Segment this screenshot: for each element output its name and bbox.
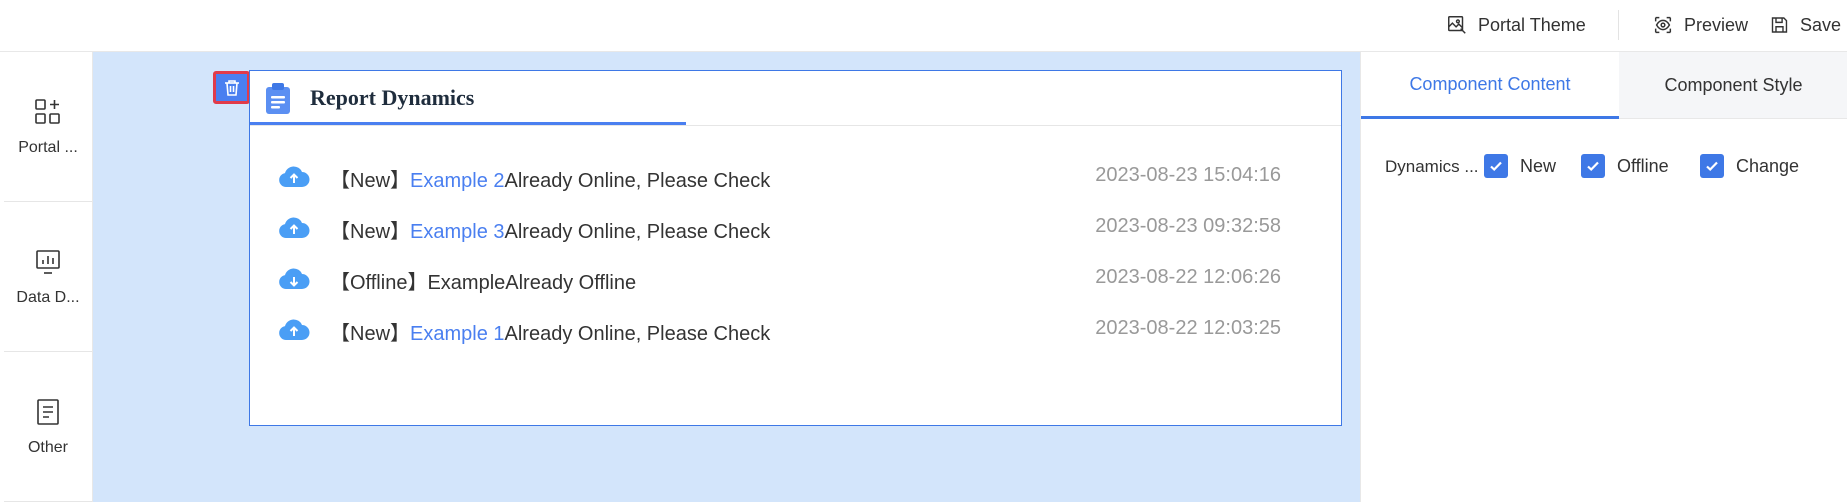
cloud-upload-icon — [279, 166, 310, 187]
checkbox-box — [1700, 154, 1724, 178]
cloud-upload-icon — [279, 319, 310, 340]
check-icon — [1490, 161, 1502, 172]
dynamic-suffix: Already Online, Please Check — [504, 221, 771, 243]
properties-panel: Component Content Component Style Dynami… — [1360, 52, 1847, 502]
widget-header: Report Dynamics — [250, 71, 1341, 126]
portal-theme-label: Portal Theme — [1478, 14, 1586, 35]
widget-title: Report Dynamics — [310, 85, 475, 110]
save-button[interactable]: Save — [1769, 14, 1841, 36]
tab-component-style[interactable]: Component Style — [1619, 52, 1847, 119]
sidebar-item-portal[interactable]: Portal ... — [4, 52, 92, 202]
clipboard-icon — [266, 83, 290, 114]
dynamic-prefix: 【Offline】 — [330, 272, 428, 294]
chart-icon — [36, 249, 60, 274]
tab-component-content[interactable]: Component Content — [1361, 52, 1619, 119]
panel-tabs: Component Content Component Style — [1361, 52, 1847, 119]
dynamic-suffix: Already Online, Please Check — [504, 323, 771, 345]
checkbox-label: New — [1520, 155, 1557, 176]
dynamic-text: 【New】Example 1Already Online, Please Che… — [330, 317, 770, 346]
checkbox-label: Offline — [1617, 155, 1669, 176]
dynamic-prefix: 【New】 — [330, 170, 411, 192]
save-label: Save — [1799, 14, 1841, 35]
report-link[interactable]: Example 2 — [410, 170, 505, 192]
theme-image-icon — [1448, 16, 1466, 34]
cloud-upload-icon — [279, 217, 310, 238]
dynamic-time: 2023-08-22 12:03:25 — [1095, 317, 1281, 339]
change-checkbox[interactable]: Change — [1700, 154, 1799, 178]
dynamic-time: 2023-08-23 15:04:16 — [1095, 164, 1281, 186]
cloud-download-icon — [279, 268, 310, 289]
trash-icon — [224, 79, 239, 96]
save-icon — [1771, 17, 1788, 33]
check-icon — [1587, 161, 1599, 172]
dynamic-prefix: 【New】 — [330, 323, 411, 345]
report-dynamics-widget[interactable]: Report Dynamics 【New】Example 2Already On… — [249, 70, 1342, 426]
preview-button[interactable]: Preview — [1652, 14, 1752, 36]
checkbox-label: Change — [1736, 155, 1800, 176]
preview-label: Preview — [1684, 14, 1749, 35]
title-underline — [250, 122, 686, 125]
list-item: 【Offline】ExampleAlready Offline 2023-08-… — [250, 253, 1341, 304]
offline-checkbox[interactable]: Offline — [1581, 154, 1669, 178]
sidebar-item-label: Portal ... — [18, 138, 78, 156]
checkbox-box — [1581, 154, 1605, 178]
delete-component-button[interactable] — [213, 71, 250, 104]
sidebar-item-label: Data D... — [16, 288, 80, 306]
report-link[interactable]: Example 1 — [410, 323, 505, 345]
sidebar-item-data[interactable]: Data D... — [4, 202, 92, 352]
eye-icon — [1654, 16, 1672, 34]
dynamic-prefix: 【New】 — [330, 221, 411, 243]
report-link[interactable]: Example 3 — [410, 221, 505, 243]
checkbox-box — [1484, 154, 1508, 178]
dynamic-text: 【New】Example 2Already Online, Please Che… — [330, 164, 770, 193]
dynamic-text: 【Offline】ExampleAlready Offline — [330, 266, 636, 295]
dynamic-suffix: Already Online, Please Check — [504, 170, 771, 192]
document-icon — [37, 398, 59, 425]
dynamic-text: 【New】Example 3Already Online, Please Che… — [330, 215, 770, 244]
sidebar-item-label: Other — [27, 438, 68, 456]
dynamics-field-label: Dynamics ... — [1385, 157, 1479, 176]
check-icon — [1706, 161, 1718, 172]
new-checkbox[interactable]: New — [1484, 154, 1556, 178]
dynamic-suffix: ExampleAlready Offline — [427, 272, 637, 294]
dynamics-filter-field: Dynamics ... New Offline Change — [1385, 152, 1845, 186]
list-item: 【New】Example 1Already Online, Please Che… — [250, 304, 1341, 355]
component-sidebar: Portal ... Data D... Other — [0, 52, 93, 502]
dynamic-time: 2023-08-22 12:06:26 — [1095, 266, 1281, 288]
list-item: 【New】Example 2Already Online, Please Che… — [250, 151, 1341, 202]
top-toolbar: Portal Theme Preview Save — [0, 0, 1847, 52]
portal-theme-button[interactable]: Portal Theme — [1446, 14, 1596, 36]
dynamics-list: 【New】Example 2Already Online, Please Che… — [250, 151, 1341, 355]
list-item: 【New】Example 3Already Online, Please Che… — [250, 202, 1341, 253]
sidebar-item-other[interactable]: Other — [4, 352, 92, 502]
add-components-icon — [35, 98, 60, 124]
dynamic-time: 2023-08-23 09:32:58 — [1095, 215, 1281, 237]
toolbar-divider — [1618, 10, 1619, 40]
